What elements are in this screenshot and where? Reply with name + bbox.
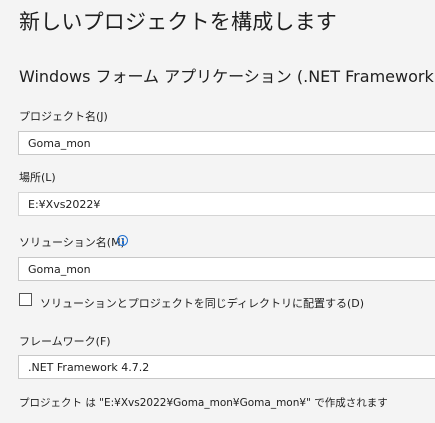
framework-value: .NET Framework 4.7.2 xyxy=(28,361,150,374)
project-name-field[interactable]: Goma_mon xyxy=(18,131,435,155)
location-value: E:¥Xvs2022¥ xyxy=(28,198,101,211)
same-directory-label[interactable]: ソリューションとプロジェクトを同じディレクトリに配置する(D) xyxy=(40,295,364,311)
info-icon[interactable] xyxy=(117,235,128,246)
page-title: 新しいプロジェクトを構成します xyxy=(19,10,337,34)
project-name-value: Goma_mon xyxy=(28,137,91,150)
project-path-note: プロジェクト は "E:¥Xvs2022¥Goma_mon¥Goma_mon¥"… xyxy=(19,397,388,409)
project-name-label: プロジェクト名(J) xyxy=(19,110,108,123)
solution-name-field[interactable]: Goma_mon xyxy=(18,257,435,281)
same-directory-checkbox[interactable] xyxy=(19,293,32,306)
location-field[interactable]: E:¥Xvs2022¥ xyxy=(18,192,435,216)
location-label: 場所(L) xyxy=(19,171,56,184)
framework-dropdown[interactable]: .NET Framework 4.7.2 xyxy=(18,355,435,379)
solution-name-value: Goma_mon xyxy=(28,263,91,276)
project-template-name: Windows フォーム アプリケーション (.NET Framework) xyxy=(19,67,435,86)
solution-name-label: ソリューション名(M) xyxy=(19,236,125,249)
framework-label: フレームワーク(F) xyxy=(19,335,111,348)
